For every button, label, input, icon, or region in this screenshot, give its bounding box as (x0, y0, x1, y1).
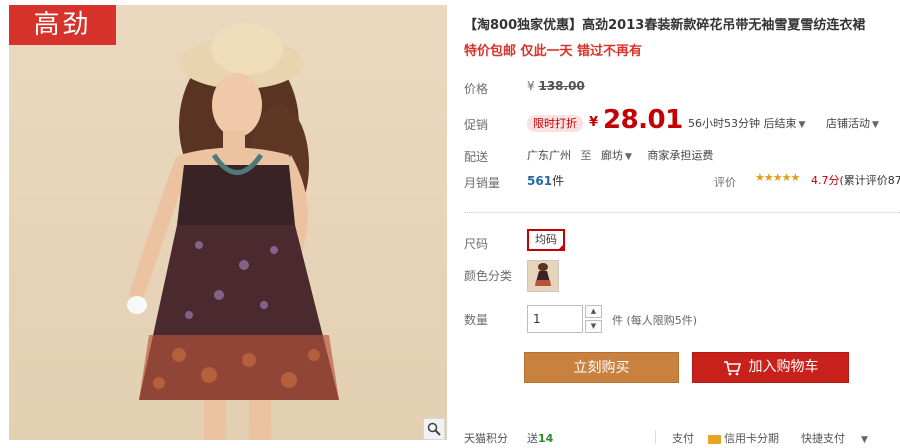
yen-sign: ¥ (527, 79, 535, 93)
buy-now-button[interactable]: 立刻购买 (524, 352, 679, 383)
points-value: 14 (538, 432, 554, 445)
selected-check-icon (557, 243, 565, 251)
pay-label: 支付 (672, 432, 694, 445)
review-label: 评价 (714, 176, 736, 189)
ship-from: 广东广州 (527, 149, 571, 162)
magnifier-icon[interactable] (423, 418, 445, 440)
chevron-up-icon: ▲ (590, 307, 597, 315)
model-illustration (127, 23, 339, 440)
add-to-cart-label: 加入购物车 (748, 359, 819, 375)
size-value: 均码 (535, 233, 557, 246)
ship-to: 廊坊 (601, 149, 623, 162)
ship-to-word: 至 (580, 149, 592, 162)
chevron-down-icon: ▼ (798, 120, 806, 130)
store-activity-dropdown[interactable]: 店铺活动 ▼ (826, 115, 879, 131)
ship-fee: 商家承担运费 (647, 149, 714, 162)
credit-card-icon (708, 434, 721, 444)
promo-label: 促销 (464, 118, 489, 132)
points-info: 送14 (527, 430, 553, 446)
credit-card-label: 信用卡分期 (724, 432, 779, 445)
promo-yen-sign: ¥ (589, 115, 599, 130)
quick-pay-label: 快捷支付 (801, 432, 845, 445)
promo-badge: 限时打折 (527, 115, 583, 132)
brand-badge: 高劲 (9, 5, 116, 45)
review-total: (累计评价87 (839, 174, 900, 187)
product-subtitle: 特价包邮 仅此一天 错过不再有 (464, 44, 643, 59)
rating-summary[interactable]: 4.7分(累计评价87 (811, 172, 900, 188)
quantity-increase-button[interactable]: ▲ (585, 305, 602, 318)
color-swatch[interactable] (527, 260, 559, 292)
quantity-decrease-button[interactable]: ▼ (585, 320, 602, 333)
chevron-down-icon: ▼ (872, 120, 879, 130)
countdown-dropdown[interactable]: 56小时53分钟 后结束 ▼ (688, 115, 805, 131)
shipping-info: 广东广州 至 廊坊 ▼ 商家承担运费 (527, 147, 713, 163)
rating-score: 4.7分 (811, 174, 840, 187)
chevron-down-icon: ▼ (590, 322, 597, 330)
quantity-limit-note: 件 (每人限购5件) (612, 314, 698, 327)
swatch-thumbnail (535, 263, 551, 286)
ship-to-dropdown[interactable]: 廊坊 ▼ (601, 149, 632, 162)
countdown-text: 56小时53分钟 后结束 (688, 117, 797, 130)
quick-pay-dropdown[interactable]: 快捷支付 ▼ (801, 430, 868, 446)
shipping-label: 配送 (464, 150, 489, 164)
sales-unit: 件 (552, 174, 565, 188)
sales-label: 月销量 (464, 176, 501, 190)
vertical-divider (655, 430, 656, 444)
original-price-value: 138.00 (538, 79, 585, 93)
product-main-image[interactable]: 高劲 (9, 5, 447, 440)
cart-icon (723, 360, 741, 375)
points-label: 天猫积分 (464, 432, 508, 445)
monthly-sales: 561件 (527, 172, 564, 189)
original-price: ¥ 138.00 (527, 79, 585, 93)
size-option-selected[interactable]: 均码 (527, 229, 565, 251)
size-label: 尺码 (464, 237, 489, 251)
section-divider (464, 212, 900, 213)
color-label: 颜色分类 (464, 269, 513, 283)
credit-card-option[interactable]: 信用卡分期 (708, 430, 779, 446)
price-label: 价格 (464, 82, 489, 96)
quantity-input[interactable]: 1 (527, 305, 583, 333)
quantity-label: 数量 (464, 313, 489, 327)
chevron-down-icon: ▼ (861, 435, 868, 445)
chevron-down-icon: ▼ (625, 152, 632, 162)
product-title: 【淘800独家优惠】高劲2013春装新款碎花吊带无袖雪夏雪纺连衣裙 (464, 18, 866, 33)
store-activity-label: 店铺活动 (826, 117, 870, 130)
points-prefix: 送 (527, 432, 538, 445)
add-to-cart-button[interactable]: 加入购物车 (692, 352, 849, 383)
sales-count: 561 (527, 174, 553, 188)
rating-stars: ★★★★★ (755, 171, 800, 184)
promo-price: 28.01 (603, 105, 683, 135)
